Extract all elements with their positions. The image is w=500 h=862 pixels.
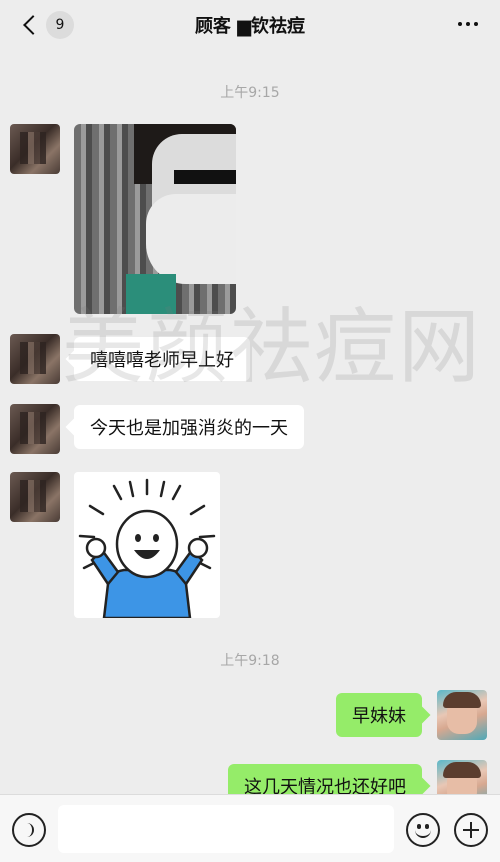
chat-title: 顾客 ▆钦祛痘 [194,16,306,37]
message-bubble-incoming[interactable]: 今天也是加强消炎的一天 [74,405,304,449]
more-icon[interactable] [458,22,478,26]
sticker-message[interactable] [74,472,220,618]
emoji-icon[interactable] [406,813,440,847]
contact-avatar[interactable] [10,472,60,522]
message-bubble-outgoing[interactable]: 早妹妹 [336,693,422,737]
plus-icon[interactable] [454,813,488,847]
timestamp: 上午9:15 [220,85,280,101]
cheering-person-sticker [78,478,216,618]
contact-avatar[interactable] [10,124,60,174]
input-bar [0,794,500,862]
my-avatar[interactable] [437,690,487,740]
voice-icon[interactable] [12,813,46,847]
chat-header: 9 顾客 ▆钦祛痘 [0,0,500,50]
watermark: 美颜祛痘网 [62,300,483,395]
message-input[interactable] [58,805,394,853]
contact-avatar[interactable] [10,334,60,384]
timestamp: 上午9:18 [220,653,280,669]
contact-avatar[interactable] [10,404,60,454]
